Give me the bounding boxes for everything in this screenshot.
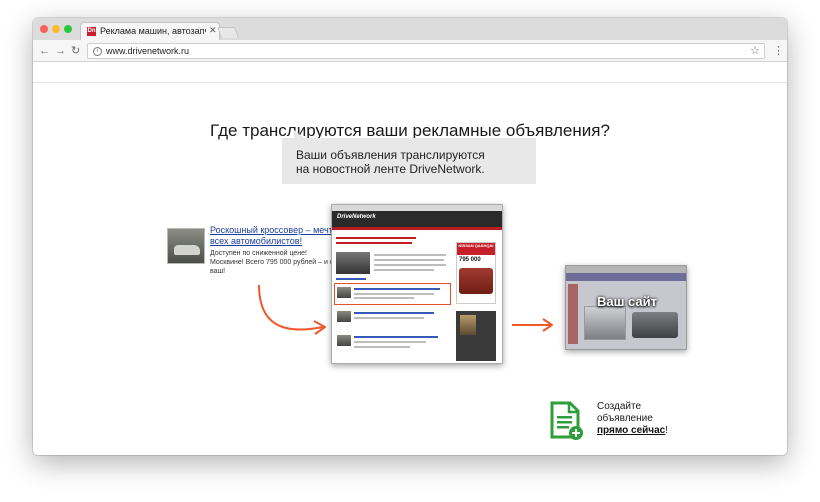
url-text[interactable]: www.drivenetwork.ru (106, 46, 189, 56)
address-bar[interactable]: i www.drivenetwork.ru ☆ (87, 43, 765, 59)
page-content: Где транслируются ваши рекламные объявле… (33, 63, 787, 455)
tab-title: Реклама машин, автозапчаст (100, 26, 206, 36)
cta-line-3: прямо сейчас! (597, 425, 668, 437)
close-icon[interactable]: ✕ (209, 25, 217, 36)
forward-icon[interactable]: → (55, 44, 66, 58)
reload-icon[interactable]: ↻ (71, 44, 80, 58)
tab-bar: Dn Реклама машин, автозапчаст ✕ (33, 18, 787, 40)
cta-line-1: Создайте (597, 401, 642, 412)
tab-active[interactable]: Dn Реклама машин, автозапчаст ✕ (80, 22, 220, 40)
info-icon[interactable]: i (93, 47, 102, 56)
close-window-button[interactable] (40, 25, 48, 33)
site-favicon-icon: Dn (87, 27, 96, 36)
document-add-icon[interactable] (549, 401, 585, 441)
cta-exclamation: ! (665, 425, 668, 436)
star-icon[interactable]: ☆ (750, 44, 760, 57)
flow-arrows (258, 284, 553, 335)
cta-line-2: объявление (597, 413, 653, 424)
browser-window: Dn Реклама машин, автозапчаст ✕ ← → ↻ i … (33, 18, 787, 455)
zoom-window-button[interactable] (64, 25, 72, 33)
create-ad-link[interactable]: прямо сейчас (597, 425, 665, 436)
menu-icon[interactable]: ⋮ (773, 44, 784, 57)
curved-arrow (258, 284, 324, 331)
minimize-window-button[interactable] (52, 25, 60, 33)
cta-block: Создайте объявление прямо сейчас! (597, 401, 668, 437)
browser-toolbar: ← → ↻ i www.drivenetwork.ru ☆ ⋮ (33, 40, 787, 62)
new-tab-button[interactable] (216, 27, 240, 38)
back-icon[interactable]: ← (39, 44, 50, 58)
